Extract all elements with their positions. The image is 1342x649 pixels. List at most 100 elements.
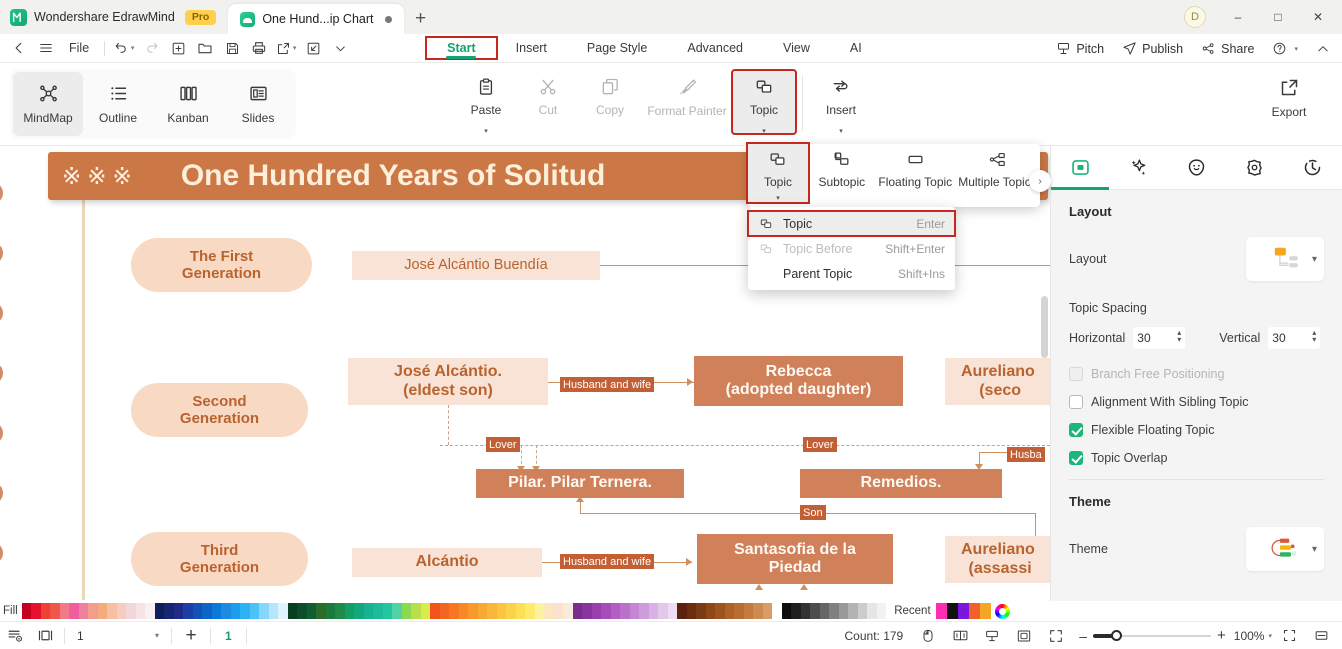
chevron-down-icon[interactable]: ▾ <box>762 127 766 135</box>
topic-node-pilar-ternera[interactable]: Pilar. Pilar Ternera. <box>476 469 684 498</box>
panel-tab-stickers[interactable] <box>1167 146 1225 189</box>
color-swatch[interactable] <box>553 603 564 619</box>
topic-node-santasofia[interactable]: Santasofia de la Piedad <box>697 534 893 584</box>
flyout-item-topic[interactable]: Topic ▾ <box>746 142 810 204</box>
color-swatch[interactable] <box>297 603 307 619</box>
avatar[interactable]: D <box>1184 6 1206 28</box>
copy-button[interactable]: Copy <box>579 71 641 133</box>
color-swatch[interactable] <box>287 603 298 619</box>
publish-button[interactable]: Publish <box>1114 38 1191 59</box>
color-swatch[interactable] <box>449 603 459 619</box>
color-swatch[interactable] <box>620 603 630 619</box>
color-swatch[interactable] <box>724 603 735 619</box>
color-swatch[interactable] <box>857 603 868 619</box>
color-swatch[interactable] <box>819 603 830 619</box>
color-swatch[interactable] <box>430 603 440 619</box>
color-swatch[interactable] <box>506 603 516 619</box>
recent-color-swatch[interactable] <box>979 603 991 619</box>
color-swatch[interactable] <box>734 603 744 619</box>
color-swatch[interactable] <box>278 603 288 619</box>
color-swatch[interactable] <box>335 603 345 619</box>
color-swatch[interactable] <box>591 603 602 619</box>
view-mode-mindmap[interactable]: MindMap <box>13 72 83 136</box>
color-swatch[interactable] <box>838 603 849 619</box>
flyout-item-multiple-topics[interactable]: Multiple Topics <box>955 144 1040 202</box>
import-icon[interactable] <box>300 36 326 60</box>
color-swatch[interactable] <box>762 603 773 619</box>
color-swatch[interactable] <box>411 603 421 619</box>
zoom-slider[interactable]: – + <box>1079 627 1226 644</box>
color-swatch[interactable] <box>867 603 877 619</box>
open-folder-icon[interactable] <box>192 36 218 60</box>
color-swatch[interactable] <box>743 603 754 619</box>
generation-node-third[interactable]: Third Generation <box>131 532 308 586</box>
panel-tab-theme-badge[interactable] <box>1226 146 1284 189</box>
topic-node-aureliano-second[interactable]: Aureliano (seco <box>945 358 1050 405</box>
redo-icon[interactable] <box>138 36 164 60</box>
flyout-item-floating-topic[interactable]: Floating Topic <box>876 144 955 202</box>
stepper-arrows-icon[interactable]: ▴ ▾ <box>1312 329 1316 344</box>
export-button[interactable]: Export <box>1258 77 1320 119</box>
topic-node-remedios[interactable]: Remedios. <box>800 469 1002 498</box>
color-swatch[interactable] <box>420 603 431 619</box>
generation-node-first[interactable]: The First Generation <box>131 238 312 292</box>
panel-tab-ai[interactable] <box>1109 146 1167 189</box>
print-icon[interactable] <box>246 36 272 60</box>
color-swatch[interactable] <box>116 603 127 619</box>
color-swatch[interactable] <box>316 603 326 619</box>
tab-insert[interactable]: Insert <box>496 38 567 58</box>
checkbox-alignment-with-sibling-topic[interactable]: Alignment With Sibling Topic <box>1069 395 1324 409</box>
topic-button[interactable]: Topic ▾ <box>731 69 797 135</box>
color-swatch[interactable] <box>639 603 649 619</box>
tab-advanced[interactable]: Advanced <box>667 38 763 58</box>
color-swatch[interactable] <box>192 603 203 619</box>
hamburger-icon[interactable] <box>33 36 59 60</box>
color-swatch[interactable] <box>97 603 108 619</box>
fit-width-button[interactable] <box>1306 624 1336 648</box>
color-swatch[interactable] <box>800 603 811 619</box>
chevron-down-icon[interactable]: ▾ <box>1312 254 1317 265</box>
color-swatch[interactable] <box>848 603 858 619</box>
zoom-out-button[interactable]: – <box>1079 628 1087 644</box>
recent-color-swatch[interactable] <box>968 603 980 619</box>
color-swatch[interactable] <box>696 603 706 619</box>
menu-item-topic-before[interactable]: Topic Before Shift+Enter <box>748 236 955 261</box>
minimize-button[interactable]: – <box>1218 0 1258 34</box>
insert-button[interactable]: Insert ▾ <box>810 71 872 135</box>
color-swatch[interactable] <box>582 603 592 619</box>
tab-view[interactable]: View <box>763 38 830 58</box>
horizontal-spacing-input[interactable]: 30 ▴ ▾ <box>1133 327 1186 349</box>
tab-start[interactable]: Start <box>425 36 498 60</box>
tab-page-style[interactable]: Page Style <box>567 38 667 58</box>
color-swatch[interactable] <box>563 603 573 619</box>
color-swatch[interactable] <box>363 603 374 619</box>
view-mode-slides[interactable]: Slides <box>223 72 293 136</box>
fullscreen-button[interactable] <box>1041 624 1071 648</box>
color-swatch[interactable] <box>629 603 640 619</box>
color-swatch[interactable] <box>202 603 212 619</box>
color-swatch[interactable] <box>145 603 155 619</box>
zoom-track[interactable] <box>1093 629 1212 641</box>
tab-ai[interactable]: AI <box>830 38 882 58</box>
chevron-down-icon[interactable]: ▾ <box>1312 544 1317 555</box>
pane-view-button[interactable] <box>30 624 60 648</box>
color-swatch[interactable] <box>173 603 184 619</box>
color-swatch[interactable] <box>658 603 668 619</box>
color-swatch[interactable] <box>268 603 279 619</box>
new-tab-button[interactable]: + <box>404 4 438 34</box>
document-tab[interactable]: One Hund...ip Chart <box>228 4 404 34</box>
color-swatch[interactable] <box>544 603 554 619</box>
color-swatch[interactable] <box>876 603 887 619</box>
color-swatch[interactable] <box>705 603 716 619</box>
zoom-level-label[interactable]: 100% <box>1234 629 1265 643</box>
page-select[interactable]: 1 ▾ <box>69 625 167 647</box>
chevron-down-icon[interactable]: ▾ <box>1268 632 1272 640</box>
color-wheel-icon[interactable] <box>994 603 1010 619</box>
color-swatch[interactable] <box>439 603 450 619</box>
more-commands-chevron-icon[interactable] <box>327 36 353 60</box>
color-swatch[interactable] <box>306 603 317 619</box>
color-swatch[interactable] <box>107 603 117 619</box>
topic-node-jose-buendia[interactable]: José Alcántio Buendía <box>352 251 600 280</box>
color-swatch[interactable] <box>325 603 336 619</box>
color-swatch[interactable] <box>40 603 51 619</box>
